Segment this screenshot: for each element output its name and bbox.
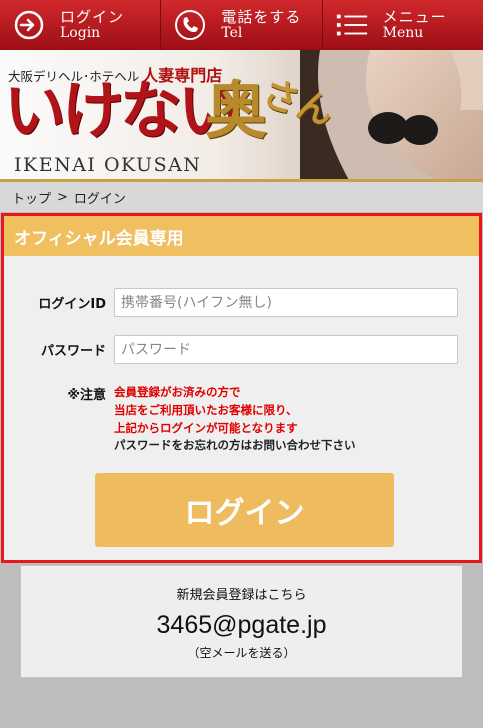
top-nav: ログイン Login 電話をする Tel メニュー Menu [0, 0, 483, 50]
register-label: 新規会員登録はこちら [176, 588, 307, 603]
password-row: パスワード [4, 335, 479, 364]
login-id-label: ログインID [38, 297, 106, 312]
notice-line-1: 会員登録がお済みの方で [114, 385, 241, 399]
breadcrumb-current: ログイン [73, 191, 126, 207]
notice-line-2: 当店をご利用頂いたお客様に限り、 [114, 402, 298, 417]
notice-line-4: パスワードをお忘れの方はお問い合わせ下さい [114, 438, 356, 453]
notice-label: ※注意 [67, 388, 106, 403]
login-notice: ※注意 会員登録がお済みの方で 当店をご利用頂いたお客様に限り、 上記からログイ… [4, 384, 479, 455]
nav-tel-label: 電話をする [221, 8, 302, 27]
breadcrumb-separator: > [57, 189, 68, 205]
menu-icon [335, 8, 369, 42]
password-label: パスワード [40, 344, 106, 359]
login-id-row: ログインID [4, 288, 479, 317]
breadcrumb: トップ > ログイン [0, 182, 483, 212]
nav-tel[interactable]: 電話をする Tel [161, 0, 323, 50]
phone-icon [173, 8, 207, 42]
login-id-input[interactable] [114, 288, 458, 317]
password-input[interactable] [114, 335, 458, 364]
nav-login-sublabel: Login [60, 24, 101, 41]
nav-login-label: ログイン [60, 8, 125, 27]
login-panel-heading: オフィシャル会員専用 [4, 216, 479, 256]
login-icon [12, 8, 46, 42]
banner-title-main: いけない [4, 74, 240, 147]
register-email-link[interactable]: 3465@pgate.jp [157, 611, 327, 639]
register-box: 新規会員登録はこちら 3465@pgate.jp （空メールを送る） [20, 565, 463, 678]
breadcrumb-home-link[interactable]: トップ [12, 192, 51, 207]
login-panel: オフィシャル会員専用 ログインID パスワード ※注意 会員登録がお済みの方で … [1, 213, 482, 563]
nav-tel-sublabel: Tel [221, 24, 243, 41]
nav-login[interactable]: ログイン Login [0, 0, 162, 50]
shop-banner[interactable]: 大阪デリヘル･ホテヘル 人妻専門店 いけない 奥 さん IKENAI OKUSAN [0, 50, 483, 182]
nav-menu-sublabel: Menu [382, 24, 424, 41]
login-button[interactable]: ログイン [95, 473, 394, 547]
banner-roman-title: IKENAI OKUSAN [14, 154, 202, 176]
nav-menu[interactable]: メニュー Menu [323, 0, 483, 50]
notice-line-3: 上記からログインが可能となります [114, 420, 298, 435]
register-hint: （空メールを送る） [187, 646, 296, 660]
nav-menu-label: メニュー [382, 8, 447, 27]
